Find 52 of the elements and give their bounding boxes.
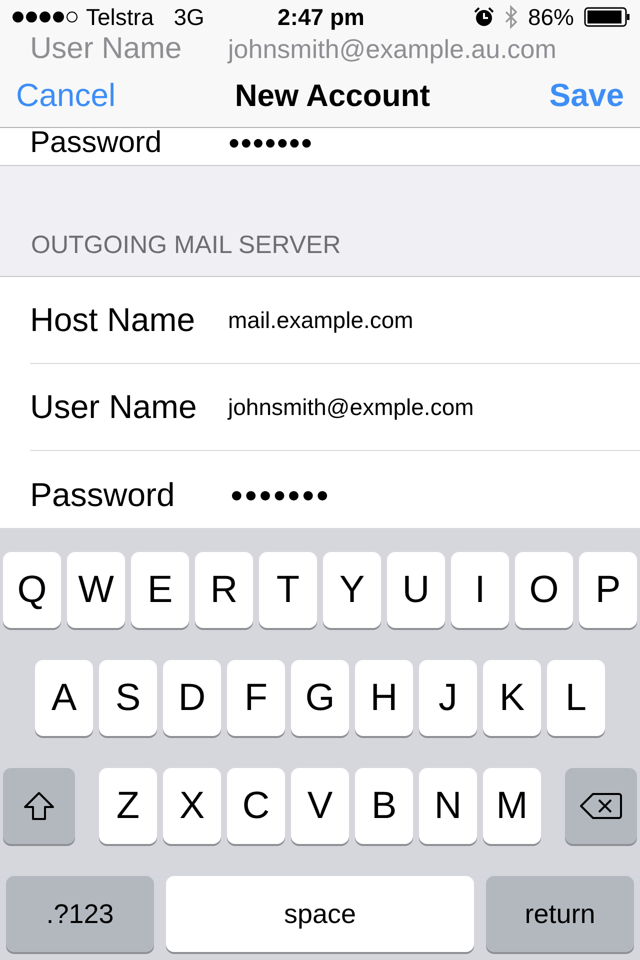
- letter-key[interactable]: B: [355, 768, 413, 844]
- alarm-clock-icon: [474, 7, 494, 27]
- battery-icon: [584, 7, 630, 27]
- return-key[interactable]: return: [486, 876, 634, 952]
- letter-key[interactable]: U: [387, 552, 445, 628]
- letter-key[interactable]: X: [163, 768, 221, 844]
- delete-key[interactable]: [565, 768, 637, 844]
- letter-key[interactable]: Q: [3, 552, 61, 628]
- letter-key[interactable]: N: [419, 768, 477, 844]
- letter-key[interactable]: J: [419, 660, 477, 736]
- screen-title: New Account: [234, 78, 430, 114]
- letter-key[interactable]: T: [259, 552, 317, 628]
- field-label: Host Name: [30, 301, 196, 339]
- section-header: OUTGOING MAIL SERVER: [31, 231, 341, 260]
- letter-key[interactable]: K: [483, 660, 541, 736]
- letter-key[interactable]: A: [35, 660, 93, 736]
- space-key[interactable]: space: [166, 876, 474, 952]
- letter-key[interactable]: L: [547, 660, 605, 736]
- field-label: Password: [30, 476, 176, 514]
- letter-key[interactable]: E: [131, 552, 189, 628]
- letter-key[interactable]: F: [227, 660, 285, 736]
- clock-time: 2:47 pm: [278, 4, 364, 30]
- field-label: Password: [30, 128, 163, 158]
- signal-icon: [12, 11, 78, 23]
- text-field[interactable]: mail.example.com: [228, 306, 414, 334]
- letter-key[interactable]: G: [291, 660, 349, 736]
- letter-key[interactable]: Z: [99, 768, 157, 844]
- text-field[interactable]: johnsmith@exmple.com: [228, 394, 474, 420]
- letter-key[interactable]: W: [67, 552, 125, 628]
- letter-key[interactable]: D: [163, 660, 221, 736]
- shift-key[interactable]: [3, 768, 75, 844]
- field-label: User Name: [30, 388, 198, 426]
- letter-key[interactable]: V: [291, 768, 349, 844]
- letter-key[interactable]: I: [451, 552, 509, 628]
- letter-key[interactable]: R: [195, 552, 253, 628]
- letter-key[interactable]: S: [99, 660, 157, 736]
- network-type: 3G: [174, 4, 204, 30]
- letter-key[interactable]: P: [579, 552, 637, 628]
- numbers-key[interactable]: .?123: [6, 876, 154, 952]
- shift-icon: [23, 791, 55, 821]
- bluetooth-icon: [504, 5, 518, 29]
- letter-key[interactable]: M: [483, 768, 541, 844]
- carrier-name: Telstra: [86, 4, 154, 30]
- letter-key[interactable]: H: [355, 660, 413, 736]
- password-field[interactable]: ●●●●●●●: [230, 482, 330, 508]
- letter-key[interactable]: Y: [323, 552, 381, 628]
- letter-key[interactable]: O: [515, 552, 573, 628]
- battery-percentage: 86%: [528, 4, 574, 30]
- password-field[interactable]: ●●●●●●●: [228, 128, 313, 158]
- backspace-icon: [579, 792, 623, 820]
- field-label: User Name: [30, 34, 183, 64]
- letter-key[interactable]: C: [227, 768, 285, 844]
